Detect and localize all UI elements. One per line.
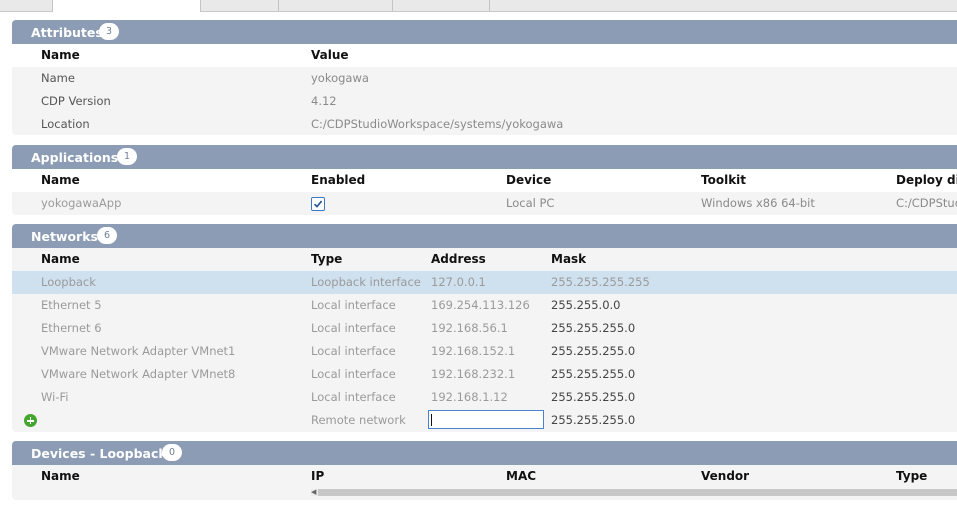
add-network-icon[interactable] bbox=[24, 414, 37, 427]
network-mask[interactable]: 255.255.255.0 bbox=[551, 386, 635, 409]
column-header-name[interactable]: Name bbox=[41, 465, 80, 488]
column-header-ip[interactable]: IP bbox=[311, 465, 324, 488]
applications-count-badge: 1 bbox=[117, 148, 137, 165]
network-mask[interactable]: 255.255.255.0 bbox=[551, 340, 635, 363]
attribute-value[interactable]: yokogawa bbox=[311, 67, 369, 90]
table-row[interactable]: yokogawaApp Local PC Windows x86 64-bit … bbox=[12, 192, 957, 215]
table-row[interactable]: VMware Network Adapter VMnet1 Local inte… bbox=[12, 340, 957, 363]
column-header-deploy-dir[interactable]: Deploy di bbox=[896, 169, 957, 192]
network-address: 169.254.113.126 bbox=[431, 298, 530, 312]
horizontal-scrollbar[interactable]: ◀ bbox=[12, 488, 957, 497]
column-header-value[interactable]: Value bbox=[311, 44, 349, 67]
checkmark-icon bbox=[313, 200, 323, 208]
attribute-name: Name bbox=[41, 71, 75, 85]
attributes-count-badge: 3 bbox=[99, 23, 119, 40]
scrollbar-track[interactable] bbox=[311, 489, 957, 496]
attributes-header[interactable]: Attributes 3 bbox=[12, 20, 957, 44]
devices-title: Devices - Loopback bbox=[31, 446, 167, 461]
column-header-address[interactable]: Address bbox=[431, 248, 486, 271]
column-header-vendor[interactable]: Vendor bbox=[701, 465, 749, 488]
column-header-toolkit[interactable]: Toolkit bbox=[701, 169, 746, 192]
application-name: yokogawaApp bbox=[41, 196, 122, 210]
network-name: VMware Network Adapter VMnet1 bbox=[41, 344, 236, 358]
application-toolkit: Windows x86 64-bit bbox=[701, 196, 815, 210]
network-mask: 255.255.255.255 bbox=[551, 275, 650, 289]
network-name: Wi-Fi bbox=[41, 390, 69, 404]
tab[interactable] bbox=[393, 0, 490, 11]
devices-count-badge: 0 bbox=[162, 444, 182, 461]
table-row[interactable]: Ethernet 5 Local interface 169.254.113.1… bbox=[12, 294, 957, 317]
tab-active[interactable] bbox=[52, 0, 201, 12]
attribute-value: 4.12 bbox=[311, 94, 337, 108]
column-header-name[interactable]: Name bbox=[41, 169, 80, 192]
column-header-device[interactable]: Device bbox=[506, 169, 551, 192]
network-address: 192.168.56.1 bbox=[431, 321, 508, 335]
attribute-value: C:/CDPStudioWorkspace/systems/yokogawa bbox=[311, 117, 564, 131]
new-network-row[interactable]: Remote network 255.255.255.0 bbox=[12, 409, 957, 432]
networks-column-header: Name Type Address Mask bbox=[12, 248, 957, 271]
scroll-left-arrow-icon[interactable]: ◀ bbox=[311, 489, 318, 496]
applications-section: Applications 1 Name Enabled Device Toolk… bbox=[12, 145, 957, 215]
network-name: Ethernet 5 bbox=[41, 298, 102, 312]
new-network-type[interactable]: Remote network bbox=[311, 409, 406, 432]
table-row[interactable]: CDP Version 4.12 bbox=[12, 90, 957, 113]
applications-title: Applications bbox=[31, 150, 119, 165]
column-header-type[interactable]: Type bbox=[311, 248, 342, 271]
network-address: 192.168.232.1 bbox=[431, 367, 516, 381]
network-address: 192.168.1.12 bbox=[431, 390, 508, 404]
column-header-enabled[interactable]: Enabled bbox=[311, 169, 365, 192]
attributes-title: Attributes bbox=[31, 25, 103, 40]
devices-column-header: Name IP MAC Vendor Type bbox=[12, 465, 957, 488]
devices-section: Devices - Loopback 0 Name IP MAC Vendor … bbox=[12, 441, 957, 500]
new-network-address-input[interactable] bbox=[428, 410, 544, 429]
column-header-mask[interactable]: Mask bbox=[551, 248, 586, 271]
network-type: Local interface bbox=[311, 390, 396, 404]
application-device: Local PC bbox=[506, 196, 555, 210]
network-name: VMware Network Adapter VMnet8 bbox=[41, 367, 236, 381]
network-type: Local interface bbox=[311, 321, 396, 335]
networks-title: Networks bbox=[31, 229, 98, 244]
column-header-name[interactable]: Name bbox=[41, 44, 80, 67]
new-network-mask[interactable]: 255.255.255.0 bbox=[551, 409, 635, 432]
table-row-selected[interactable]: Loopback Loopback interface 127.0.0.1 25… bbox=[12, 271, 957, 294]
networks-section: Networks 6 Name Type Address Mask Loopba… bbox=[12, 224, 957, 432]
column-header-mac[interactable]: MAC bbox=[506, 465, 536, 488]
table-row[interactable]: Name yokogawa bbox=[12, 67, 957, 90]
network-type: Local interface bbox=[311, 344, 396, 358]
network-mask[interactable]: 255.255.255.0 bbox=[551, 363, 635, 386]
applications-column-header: Name Enabled Device Toolkit Deploy di bbox=[12, 169, 957, 192]
applications-header[interactable]: Applications 1 bbox=[12, 145, 957, 169]
application-deploy-dir: C:/CDPStud bbox=[896, 196, 957, 210]
table-row[interactable]: VMware Network Adapter VMnet8 Local inte… bbox=[12, 363, 957, 386]
network-mask[interactable]: 255.255.0.0 bbox=[551, 294, 621, 317]
network-type: Local interface bbox=[311, 367, 396, 381]
devices-header[interactable]: Devices - Loopback 0 bbox=[12, 441, 957, 465]
table-row[interactable]: Ethernet 6 Local interface 192.168.56.1 … bbox=[12, 317, 957, 340]
text-caret bbox=[431, 414, 432, 426]
attribute-name: CDP Version bbox=[41, 94, 111, 108]
table-row[interactable]: Location C:/CDPStudioWorkspace/systems/y… bbox=[12, 113, 957, 135]
tab[interactable] bbox=[279, 0, 393, 11]
network-address: 127.0.0.1 bbox=[431, 275, 486, 289]
attribute-name: Location bbox=[41, 117, 90, 131]
column-header-type[interactable]: Type bbox=[896, 465, 927, 488]
network-address: 192.168.152.1 bbox=[431, 344, 516, 358]
tab-strip bbox=[0, 0, 957, 12]
attributes-section: Attributes 3 Name Value Name yokogawa CD… bbox=[12, 20, 957, 135]
column-header-name[interactable]: Name bbox=[41, 248, 80, 271]
attributes-column-header: Name Value bbox=[12, 44, 957, 67]
network-name: Loopback bbox=[41, 275, 96, 289]
enabled-checkbox[interactable] bbox=[311, 197, 325, 211]
network-type: Loopback interface bbox=[311, 275, 421, 289]
network-type: Local interface bbox=[311, 298, 396, 312]
networks-count-badge: 6 bbox=[97, 227, 117, 244]
networks-header[interactable]: Networks 6 bbox=[12, 224, 957, 248]
network-mask[interactable]: 255.255.255.0 bbox=[551, 317, 635, 340]
table-row[interactable]: Wi-Fi Local interface 192.168.1.12 255.2… bbox=[12, 386, 957, 409]
network-name: Ethernet 6 bbox=[41, 321, 102, 335]
tab[interactable] bbox=[201, 0, 279, 11]
